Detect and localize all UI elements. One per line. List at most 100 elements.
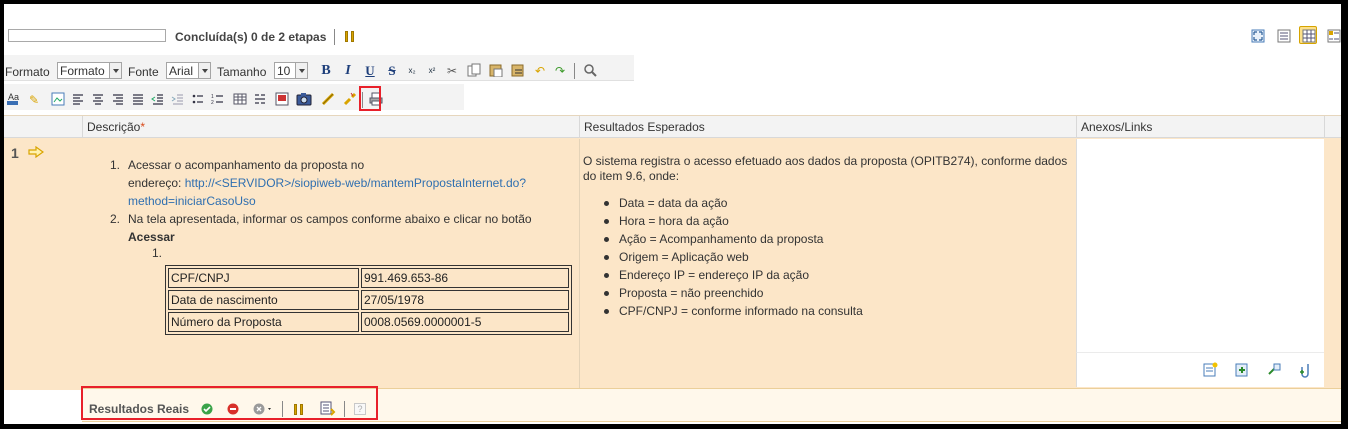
step-text: Na tela apresentada, informar os campos … [128,212,532,226]
subscript-icon[interactable]: x₂ [404,63,420,79]
expected-results-cell[interactable]: O sistema registra o acesso efetuado aos… [579,139,1076,391]
pause-icon[interactable] [345,31,355,42]
font-select[interactable]: Arial [166,62,211,79]
list-item: Endereço IP = endereço IP da ação [598,266,863,284]
attach-file-icon[interactable] [1298,362,1314,378]
toolbar-separator [334,29,335,45]
step-button-name: Acessar [128,230,175,244]
arrow-right-icon [28,145,45,161]
table-cell-value: 0008.0569.0000001-5 [361,312,569,332]
highlight-icon[interactable]: ✎ [26,92,42,108]
server-link-continued[interactable]: method=iniciarCasoUso [128,194,256,208]
snapshot-icon[interactable] [296,92,312,108]
input-data-table: CPF/CNPJ 991.469.653-86 Data de nasciment… [165,265,572,335]
table-row: CPF/CNPJ 991.469.653-86 [168,268,569,288]
format-select[interactable]: Formato [57,62,122,79]
list-item: CPF/CNPJ = conforme informado na consult… [598,302,863,320]
test-step-editor: Concluída(s) 0 de 2 etapas Formato Forma… [4,4,1341,424]
steps-grid: Descrição* Resultados Esperados Anexos/L… [4,115,1341,391]
attachments-toolbar [1076,352,1324,387]
table-cell-field: CPF/CNPJ [168,268,359,288]
strikethrough-button[interactable]: S [384,63,400,79]
progress-label: Concluída(s) 0 de 2 etapas [175,30,327,44]
align-center-icon[interactable] [90,92,106,108]
align-justify-icon[interactable] [130,92,146,108]
superscript-icon[interactable]: x² [424,63,440,79]
highlight-box-results [81,386,378,420]
copy-icon[interactable] [466,63,482,79]
align-right-icon[interactable] [110,92,126,108]
list-item: 2. Na tela apresentada, informar os camp… [110,210,540,246]
table-row: Número da Proposta 0008.0569.0000001-5 [168,312,569,332]
new-attachment-icon[interactable] [1202,362,1218,378]
grid-view-icon[interactable] [1324,26,1341,44]
column-attachments-label: Anexos/Links [1081,120,1153,134]
description-cell[interactable]: 1. Acessar o acompanhamento da proposta … [82,139,579,391]
sub-step-number: 1. [152,246,163,260]
grid-scroll-gutter [1324,139,1341,391]
align-left-icon[interactable] [70,92,86,108]
definition-list-icon[interactable] [252,92,268,108]
font-color-icon[interactable]: Aa [6,92,22,108]
column-description-label: Descrição [87,120,141,134]
link-icon[interactable] [320,92,336,108]
list-item: Data = data da ação [598,194,863,212]
column-attachments[interactable]: Anexos/Links [1076,116,1324,138]
toolbar-separator [574,63,575,79]
paste-text-icon[interactable] [510,63,526,79]
highlight-box-snapshot [359,86,381,111]
bullet-list-icon[interactable] [190,92,206,108]
row-number: 1 [11,145,19,161]
list-view-icon[interactable] [1274,26,1292,44]
undo-icon[interactable]: ↶ [532,63,548,79]
search-icon[interactable] [582,63,598,79]
column-expected[interactable]: Resultados Esperados [579,116,1076,138]
step-text: endereço: [128,176,185,190]
underline-button[interactable]: U [362,63,378,79]
unlink-icon[interactable] [342,92,358,108]
outdent-icon[interactable] [150,92,166,108]
size-select[interactable]: 10 [274,62,308,79]
table-cell-field: Data de nascimento [168,290,359,310]
step-text: Acessar o acompanhamento da proposta no [128,158,365,172]
font-label: Fonte [128,65,159,79]
paragraph-toolbar: Aa ✎ 12 [4,84,464,110]
font-value: Arial [169,64,194,78]
numbered-list-icon[interactable]: 12 [210,92,226,108]
list-item: Proposta = não preenchido [598,284,863,302]
bold-button[interactable]: B [318,63,334,79]
add-attachment-icon[interactable] [1234,362,1250,378]
redo-icon[interactable]: ↷ [552,63,568,79]
paste-icon[interactable] [488,63,504,79]
steps-list: 1. Acessar o acompanhamento da proposta … [110,156,540,246]
expected-intro: O sistema registra o acesso efetuado aos… [583,154,1068,183]
image-icon[interactable] [50,92,66,108]
column-spacer [1324,116,1341,138]
list-item: Hora = hora da ação [598,212,863,230]
list-item: 1. Acessar o acompanhamento da proposta … [110,156,540,210]
step-number: 2. [110,212,121,226]
progress-bar [8,29,166,42]
table-icon[interactable] [232,92,248,108]
step-number: 1. [110,158,121,172]
cut-icon[interactable]: ✂ [444,63,460,79]
attachments-cell[interactable] [1076,139,1324,352]
format-toolbar: Formato Formato Fonte Arial Tamanho 10 B… [4,55,634,81]
table-cell-field: Número da Proposta [168,312,359,332]
chevron-down-icon [198,63,210,78]
fullscreen-icon[interactable] [1248,26,1266,44]
svg-text:Aa: Aa [8,92,19,102]
progress-toolbar: Concluída(s) 0 de 2 etapas [4,26,1341,51]
server-link[interactable]: http://<SERVIDOR>/siopiweb-web/mantemPro… [185,176,526,190]
italic-button[interactable]: I [340,63,356,79]
insert-image-icon[interactable] [274,92,290,108]
table-cell-value: 991.469.653-86 [361,268,569,288]
format-label: Formato [5,65,50,79]
columns-view-icon[interactable] [1299,26,1317,44]
table-cell-value: 27/05/1978 [361,290,569,310]
indent-icon[interactable] [170,92,186,108]
column-description[interactable]: Descrição* [82,116,579,138]
chevron-down-icon [109,63,121,78]
expected-list: Data = data da ação Hora = hora da ação … [598,194,863,320]
add-link-icon[interactable] [1266,362,1282,378]
